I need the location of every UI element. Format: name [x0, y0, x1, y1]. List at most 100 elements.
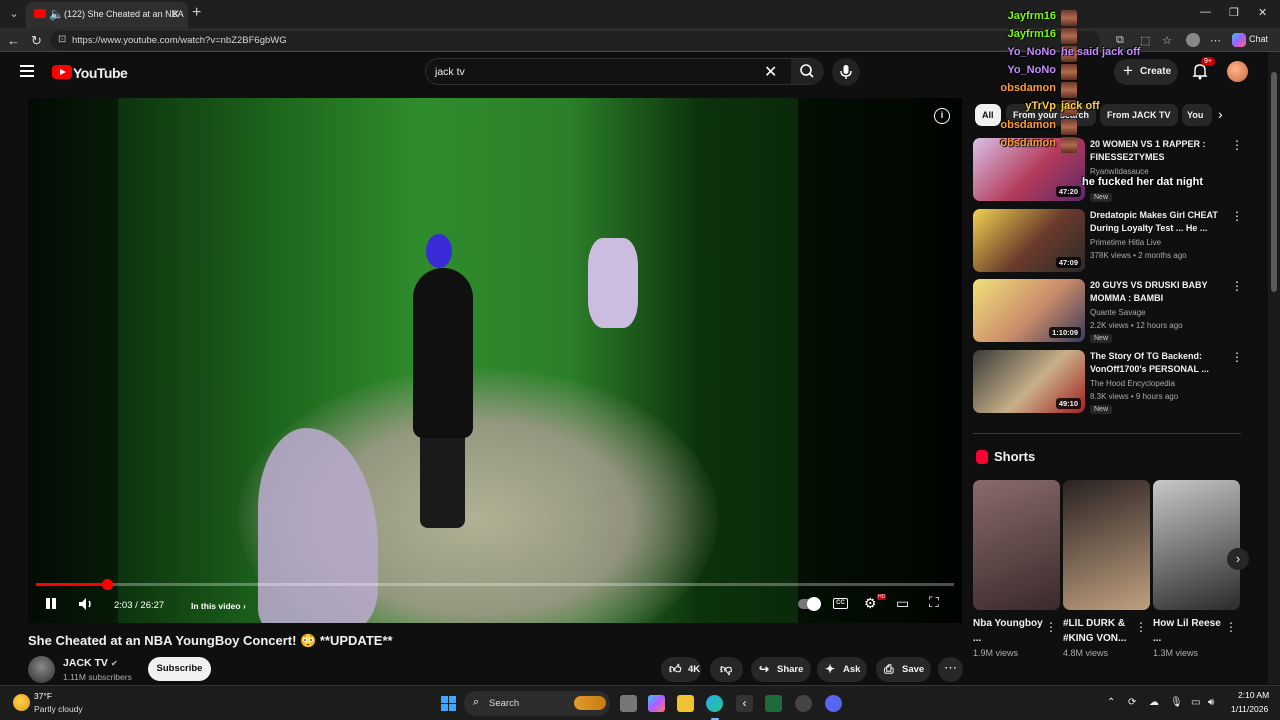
chat-message: obsdamon: [0, 82, 1280, 98]
shorts-next-chevron-icon[interactable]: ›: [1227, 548, 1249, 570]
ask-button[interactable]: ✦ Ask: [817, 657, 867, 682]
recommended-video-meta: 8.3K views • 9 hours ago: [1090, 392, 1179, 401]
chat-avatar-icon: [1061, 28, 1077, 44]
video-title: She Cheated at an NBA YoungBoy Concert! …: [28, 633, 393, 648]
video-thumbnail[interactable]: 49:10: [973, 350, 1085, 413]
captions-icon[interactable]: CC: [833, 598, 848, 609]
subscribe-button[interactable]: Subscribe: [148, 657, 211, 681]
file-explorer-icon[interactable]: [677, 695, 694, 712]
recommended-video-title[interactable]: The Story Of TG Backend: VonOff1700's PE…: [1090, 350, 1222, 376]
ask-label: Ask: [843, 664, 861, 675]
miniplayer-icon[interactable]: ▭: [896, 595, 909, 612]
short-title[interactable]: How Lil Reese ...: [1153, 616, 1223, 646]
more-actions-icon[interactable]: ⋯: [938, 657, 963, 682]
video-options-icon[interactable]: ⋮: [1231, 279, 1243, 293]
recommended-video-meta: 378K views • 2 months ago: [1090, 251, 1187, 260]
settings-app-icon[interactable]: [795, 695, 812, 712]
chat-text: jack off: [1061, 100, 1100, 112]
chat-username: Yo_NoNo: [1007, 64, 1056, 76]
video-frame-rock: [588, 238, 638, 328]
recommended-video[interactable]: 49:10 The Story Of TG Backend: VonOff170…: [973, 350, 1243, 414]
settings-gear-icon[interactable]: ⚙: [864, 595, 877, 612]
clock-date[interactable]: 1/11/2026: [1231, 704, 1268, 714]
chat-message: yTrVp jack off: [0, 100, 1280, 116]
chat-text: he said jack off: [1061, 46, 1141, 58]
subscriber-count: 1.11M subscribers: [63, 672, 132, 682]
short-title[interactable]: #LIL DURK & #KING VON...: [1063, 616, 1133, 646]
dislike-button[interactable]: 👎︎: [710, 657, 743, 682]
recommended-channel-name[interactable]: Primetime Hitla Live: [1090, 238, 1161, 247]
like-button[interactable]: 👍︎ 4K: [661, 657, 701, 682]
recommended-channel-name[interactable]: Ryanwitdasauce: [1090, 167, 1149, 176]
short-options-icon[interactable]: ⋮: [1135, 620, 1147, 634]
chat-avatar-icon: [1061, 137, 1077, 153]
share-button[interactable]: ↪ Share: [751, 657, 811, 682]
windows-start-icon[interactable]: [441, 696, 456, 711]
tray-app-icon[interactable]: ⟳: [1128, 697, 1136, 708]
chapters-label: In this video: [191, 601, 241, 611]
progress-bar[interactable]: [36, 579, 954, 590]
taskbar-search-icon: ⌕: [473, 696, 480, 708]
recommended-video-title[interactable]: Dredatopic Makes Girl CHEAT During Loyal…: [1090, 209, 1222, 235]
short-title[interactable]: Nba Youngboy ...: [973, 616, 1043, 646]
onedrive-cloud-icon[interactable]: ☁: [1149, 697, 1159, 708]
short-thumbnail[interactable]: [1063, 480, 1150, 610]
clock-time[interactable]: 2:10 AM: [1238, 690, 1269, 700]
recommended-channel-name[interactable]: The Hood Encyclopedia: [1090, 379, 1175, 388]
short-thumbnail[interactable]: [1153, 480, 1240, 610]
channel-name-link[interactable]: JACK TV ✔: [63, 657, 118, 669]
autoplay-toggle[interactable]: [798, 597, 821, 611]
video-duration: 49:10: [1055, 398, 1081, 409]
chat-username: obsdamon: [1000, 82, 1056, 94]
chapters-button[interactable]: In this video ›: [191, 601, 246, 611]
volume-tray-icon[interactable]: 🔊︎: [1208, 697, 1214, 708]
recommended-video-title[interactable]: 20 GUYS VS DRUSKI BABY MOMMA : BAMBI: [1090, 279, 1222, 305]
divider: [973, 433, 1241, 434]
chat-username: Jayfrm16: [1007, 10, 1056, 22]
chat-avatar-icon: [1061, 119, 1077, 135]
video-options-icon[interactable]: ⋮: [1231, 350, 1243, 364]
discord-icon[interactable]: [825, 695, 842, 712]
video-frame-performer: [413, 268, 473, 438]
chat-message: Jayfrm16: [0, 28, 1280, 44]
hd-badge: HD: [877, 594, 887, 600]
chat-username: Jayfrm16: [1007, 28, 1056, 40]
thumbs-up-icon: 👍︎: [669, 662, 682, 676]
edge-browser-icon[interactable]: [706, 695, 723, 712]
shorts-heading: Shorts: [994, 449, 1036, 464]
video-duration: 47:09: [1055, 257, 1081, 268]
short-options-icon[interactable]: ⋮: [1045, 620, 1057, 634]
video-thumbnail[interactable]: 47:09: [973, 209, 1085, 272]
chat-avatar-icon: [1061, 64, 1077, 80]
chat-message: Yo_NoNo he said jack off: [0, 46, 1280, 62]
microphone-tray-icon[interactable]: 🎙︎: [1170, 697, 1183, 708]
recommended-channel-name[interactable]: Quante Savage: [1090, 308, 1146, 317]
excel-icon[interactable]: [765, 695, 782, 712]
task-view-icon[interactable]: [620, 695, 637, 712]
chat-username: Yo_NoNo: [1007, 46, 1056, 58]
short-options-icon[interactable]: ⋮: [1225, 620, 1237, 634]
save-button[interactable]: ⎙ Save: [876, 657, 931, 682]
short-views: 1.9M views: [973, 648, 1019, 658]
chat-message: he fucked her dat night: [0, 176, 1280, 192]
network-icon[interactable]: ▭: [1191, 697, 1200, 708]
volume-icon[interactable]: [78, 597, 96, 614]
channel-name: JACK TV: [63, 657, 108, 669]
recommended-video[interactable]: 47:09 Dredatopic Makes Girl CHEAT During…: [973, 209, 1243, 273]
tray-overflow-chevron-icon[interactable]: ⌃: [1107, 697, 1115, 708]
share-arrow-icon: ↪: [759, 662, 770, 676]
fullscreen-icon[interactable]: ⛶: [929, 594, 939, 611]
short-thumbnail[interactable]: [973, 480, 1060, 610]
copilot-app-icon[interactable]: [648, 695, 665, 712]
video-options-icon[interactable]: ⋮: [1231, 209, 1243, 223]
recommended-video[interactable]: 1:10:09 20 GUYS VS DRUSKI BABY MOMMA : B…: [973, 279, 1243, 343]
weather-partly-cloudy-icon[interactable]: [13, 694, 30, 711]
new-badge: New: [1090, 405, 1113, 414]
video-thumbnail[interactable]: 1:10:09: [973, 279, 1085, 342]
channel-avatar[interactable]: [28, 656, 55, 683]
sparkle-icon: ✦: [825, 662, 836, 676]
taskbar-search[interactable]: ⌕ Search: [464, 691, 610, 716]
pause-button[interactable]: [44, 597, 58, 611]
app-icon[interactable]: ‹: [736, 695, 753, 712]
chat-message: Jayfrm16: [0, 10, 1280, 26]
